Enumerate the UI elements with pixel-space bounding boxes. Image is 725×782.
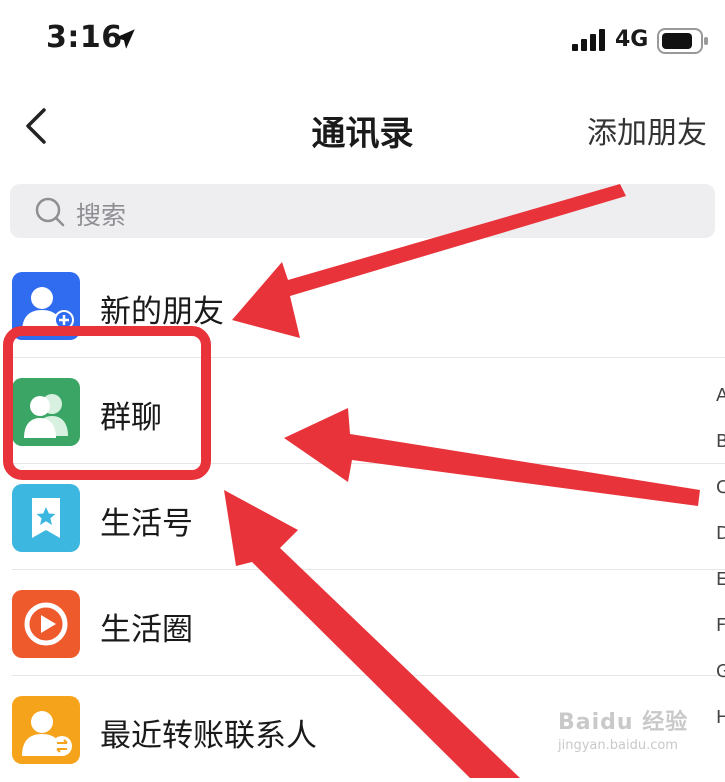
search-icon xyxy=(35,197,65,227)
add-friend-icon xyxy=(12,272,80,340)
navigation-bar: 通讯录 添加朋友 xyxy=(0,82,725,172)
battery-icon xyxy=(657,28,708,54)
add-friend-button[interactable]: 添加朋友 xyxy=(587,108,707,152)
location-arrow-icon xyxy=(115,29,135,49)
index-letter[interactable]: E xyxy=(716,569,725,590)
transfer-contact-icon xyxy=(12,696,80,764)
list-item-group-chat[interactable]: 群聊 xyxy=(0,358,725,464)
index-letter[interactable]: H xyxy=(716,707,725,728)
network-type: 4G xyxy=(615,27,649,52)
status-bar: 3:16 4G xyxy=(0,0,725,82)
watermark-logo: Baidu 经验 xyxy=(558,710,689,735)
life-account-icon xyxy=(12,484,80,552)
list-item-label: 最近转账联系人 xyxy=(100,718,317,754)
list-item-label: 新的朋友 xyxy=(100,294,224,330)
watermark: Baidu 经验 jingyan.baidu.com xyxy=(558,704,688,753)
list-item-new-friends[interactable]: 新的朋友 xyxy=(0,252,725,358)
index-letter[interactable]: B xyxy=(716,431,725,452)
list-item-label: 生活圈 xyxy=(100,612,193,648)
list-item-life-circle[interactable]: 生活圈 xyxy=(0,570,725,676)
list-item-life-account[interactable]: 生活号 xyxy=(0,464,725,570)
signal-icon xyxy=(572,29,605,51)
life-circle-icon xyxy=(12,590,80,658)
index-letter[interactable]: A xyxy=(716,385,725,406)
list-item-label: 群聊 xyxy=(100,400,162,436)
index-letter[interactable]: D xyxy=(716,523,725,544)
watermark-url: jingyan.baidu.com xyxy=(558,738,678,753)
search-input[interactable]: 搜索 xyxy=(10,184,715,238)
group-chat-icon xyxy=(12,378,80,446)
index-letter[interactable]: F xyxy=(716,615,725,636)
search-placeholder: 搜索 xyxy=(76,201,127,230)
index-letter[interactable]: C xyxy=(716,477,725,498)
index-letter[interactable]: G xyxy=(716,661,725,682)
list-item-label: 生活号 xyxy=(100,506,193,542)
